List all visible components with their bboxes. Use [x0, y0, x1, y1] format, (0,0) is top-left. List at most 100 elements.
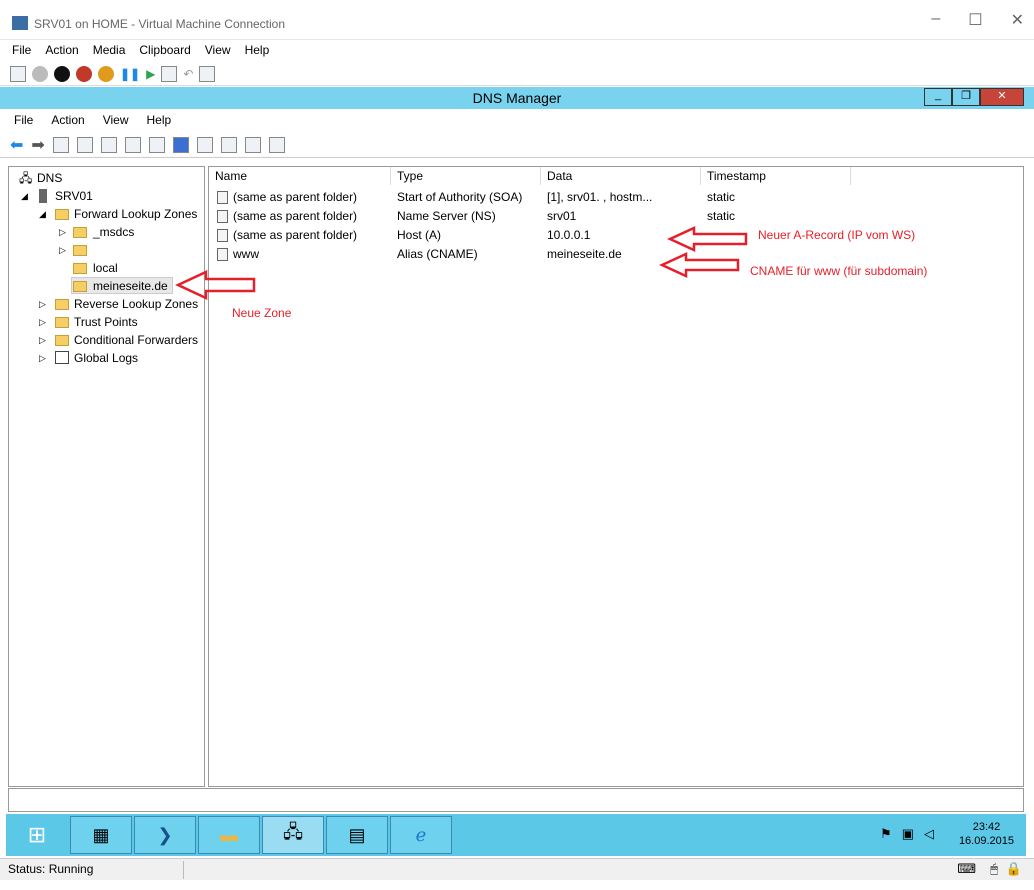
server-icon — [39, 189, 47, 203]
up-folder-icon[interactable] — [52, 136, 69, 153]
notepad-icon[interactable]: ▤ — [326, 816, 388, 854]
tree-node-forward-zones[interactable]: ◢ Forward Lookup Zones — [13, 205, 200, 223]
revert-icon[interactable]: ↶ — [183, 67, 193, 81]
menu-media[interactable]: Media — [93, 43, 126, 61]
save-state-icon[interactable] — [98, 65, 114, 82]
vm-title: SRV01 on HOME - Virtual Machine Connecti… — [34, 17, 286, 31]
col-data[interactable]: Data — [541, 167, 701, 185]
tree-node-msdcs[interactable]: ▷ _msdcs — [13, 223, 200, 241]
status-text: Status: Running — [8, 862, 94, 876]
tree-node-zone-hidden[interactable]: ▷ — [13, 241, 200, 259]
dns-menu-action[interactable]: Action — [51, 113, 84, 131]
dns-titlebar: DNS Manager _ ❐ ✕ — [0, 87, 1034, 109]
annotation-zone: Neue Zone — [232, 306, 292, 320]
dns-minimize-button[interactable]: _ — [924, 88, 952, 106]
server-manager-icon[interactable]: ▦ — [70, 816, 132, 854]
menu-view[interactable]: View — [205, 43, 231, 61]
ctrl-alt-del-icon[interactable] — [10, 65, 26, 82]
zone-folder-icon — [73, 245, 87, 256]
vm-titlebar: SRV01 on HOME - Virtual Machine Connecti… — [0, 0, 1034, 40]
folder-icon — [55, 299, 69, 310]
table-row[interactable]: (same as parent folder) Name Server (NS)… — [209, 207, 1023, 226]
enhanced-session-icon[interactable] — [199, 65, 216, 82]
taskbar: ⊞ ▦ ❯ ▬ 🖧 ▤ ℯ ⚑ ▣ ◁ 23:42 16.09.2015 — [6, 814, 1026, 856]
logs-icon — [55, 351, 69, 364]
help-icon[interactable] — [172, 136, 189, 153]
mouse-icon: 🖱 — [990, 861, 998, 876]
dns-close-button[interactable]: ✕ — [980, 88, 1024, 106]
tree-node-conditional-forwarders[interactable]: ▷ Conditional Forwarders — [13, 331, 200, 349]
show-tree-icon[interactable] — [76, 136, 93, 153]
tree-node-dns[interactable]: 🖧 DNS — [13, 169, 200, 187]
dns-tree: 🖧 DNS ◢ SRV01 ◢ Forward Lookup Zones ▷ _… — [8, 166, 205, 787]
record-icon — [217, 229, 228, 242]
tree-node-trust-points[interactable]: ▷ Trust Points — [13, 313, 200, 331]
dns-toolbar: ⬅ ➡ — [0, 132, 1034, 158]
export-list-icon[interactable] — [148, 136, 165, 153]
dns-statusbar — [8, 788, 1024, 812]
maximize-button[interactable]: ☐ — [968, 10, 982, 30]
explorer-icon[interactable]: ▬ — [198, 816, 260, 854]
folder-icon — [55, 317, 69, 328]
dns-manager-icon[interactable]: 🖧 — [262, 816, 324, 854]
start-button[interactable]: ⊞ — [6, 816, 68, 854]
list-header: Name Type Data Timestamp — [209, 167, 1023, 185]
folder-icon — [55, 335, 69, 346]
folder-icon — [55, 209, 69, 220]
vm-menubar: File Action Media Clipboard View Help — [0, 40, 1034, 61]
records-icon[interactable] — [268, 136, 285, 153]
col-type[interactable]: Type — [391, 167, 541, 185]
zone-folder-icon — [73, 227, 87, 238]
annotation-arrow-icon — [658, 252, 740, 278]
menu-action[interactable]: Action — [45, 43, 78, 61]
vm-statusbar: Status: Running 🔒 🖱 ⌨ — [0, 858, 1034, 880]
tree-node-global-logs[interactable]: ▷ Global Logs — [13, 349, 200, 367]
properties-icon[interactable] — [100, 136, 117, 153]
vm-connection-icon — [12, 16, 28, 30]
record-icon — [217, 210, 228, 223]
annotation-a-record: Neuer A-Record (IP vom WS) — [758, 228, 916, 242]
back-arrow-icon[interactable]: ⬅ — [10, 135, 23, 155]
pause-icon[interactable]: ❚❚ — [120, 67, 140, 81]
dns-menubar: File Action View Help — [0, 110, 1034, 131]
records-list: Name Type Data Timestamp (same as parent… — [208, 166, 1024, 787]
tree-node-srv01[interactable]: ◢ SRV01 — [13, 187, 200, 205]
forward-arrow-icon[interactable]: ➡ — [31, 135, 44, 155]
minimize-button[interactable]: – — [931, 10, 940, 30]
dns-restore-button[interactable]: ❐ — [952, 88, 980, 106]
table-row[interactable]: www Alias (CNAME) meineseite.de — [209, 245, 1023, 264]
dns-menu-file[interactable]: File — [14, 113, 33, 131]
close-button[interactable]: ✕ — [1011, 10, 1024, 30]
action-center-icon[interactable]: ⚑ — [880, 826, 892, 842]
powershell-icon[interactable]: ❯ — [134, 816, 196, 854]
menu-file[interactable]: File — [12, 43, 31, 61]
col-timestamp[interactable]: Timestamp — [701, 167, 851, 185]
start-icon[interactable] — [32, 65, 48, 82]
dns-menu-help[interactable]: Help — [147, 113, 172, 131]
annotation-arrow-icon — [175, 270, 256, 300]
checkpoint-icon[interactable] — [161, 65, 178, 82]
dns-menu-view[interactable]: View — [103, 113, 129, 131]
shutdown-icon[interactable] — [76, 65, 92, 82]
record-icon — [217, 191, 228, 204]
turn-off-icon[interactable] — [54, 65, 70, 82]
internet-explorer-icon[interactable]: ℯ — [390, 816, 452, 854]
speaker-icon[interactable]: ◁ — [924, 826, 934, 842]
record-icon[interactable] — [244, 136, 261, 153]
table-row[interactable]: (same as parent folder) Start of Authori… — [209, 188, 1023, 207]
dns-title: DNS Manager — [472, 90, 562, 106]
network-icon[interactable]: ▣ — [902, 826, 914, 842]
menu-clipboard[interactable]: Clipboard — [139, 43, 190, 61]
server-icon[interactable] — [220, 136, 237, 153]
annotation-cname: CNAME für www (für subdomain) — [750, 264, 928, 278]
clock[interactable]: 23:42 16.09.2015 — [959, 820, 1014, 848]
resume-icon[interactable]: ▶ — [146, 67, 155, 81]
refresh-icon[interactable] — [124, 136, 141, 153]
record-icon — [217, 248, 228, 261]
zone-folder-icon — [73, 263, 87, 274]
console-icon[interactable] — [196, 136, 213, 153]
dns-root-icon: 🖧 — [19, 171, 33, 185]
col-name[interactable]: Name — [209, 167, 391, 185]
lock-icon: 🔒 — [1005, 861, 1022, 876]
menu-help[interactable]: Help — [245, 43, 270, 61]
